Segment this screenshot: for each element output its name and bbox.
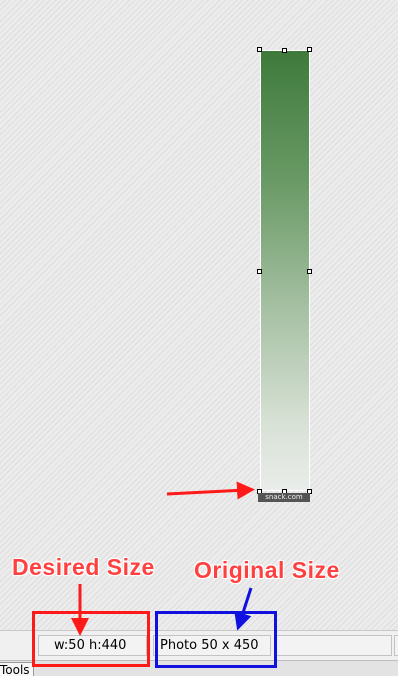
resize-handle-top-right[interactable]: [307, 47, 312, 52]
status-empty-panel: [275, 635, 392, 656]
original-size-highlight-box: [155, 611, 277, 668]
original-size-label: Original Size: [194, 557, 340, 583]
resize-handle-right[interactable]: [307, 269, 312, 274]
resize-handle-top[interactable]: [282, 48, 287, 53]
resize-handle-left[interactable]: [257, 269, 262, 274]
desired-size-label: Desired Size: [12, 554, 155, 580]
status-edge-panel: [394, 635, 398, 656]
tab-tools[interactable]: Tools: [0, 662, 34, 676]
desired-size-highlight-box: [32, 611, 150, 667]
resize-handle-top-left[interactable]: [257, 47, 262, 52]
image-canvas[interactable]: snack.com: [0, 0, 398, 630]
image-watermark: snack.com: [258, 493, 310, 502]
selected-image[interactable]: [260, 50, 310, 491]
